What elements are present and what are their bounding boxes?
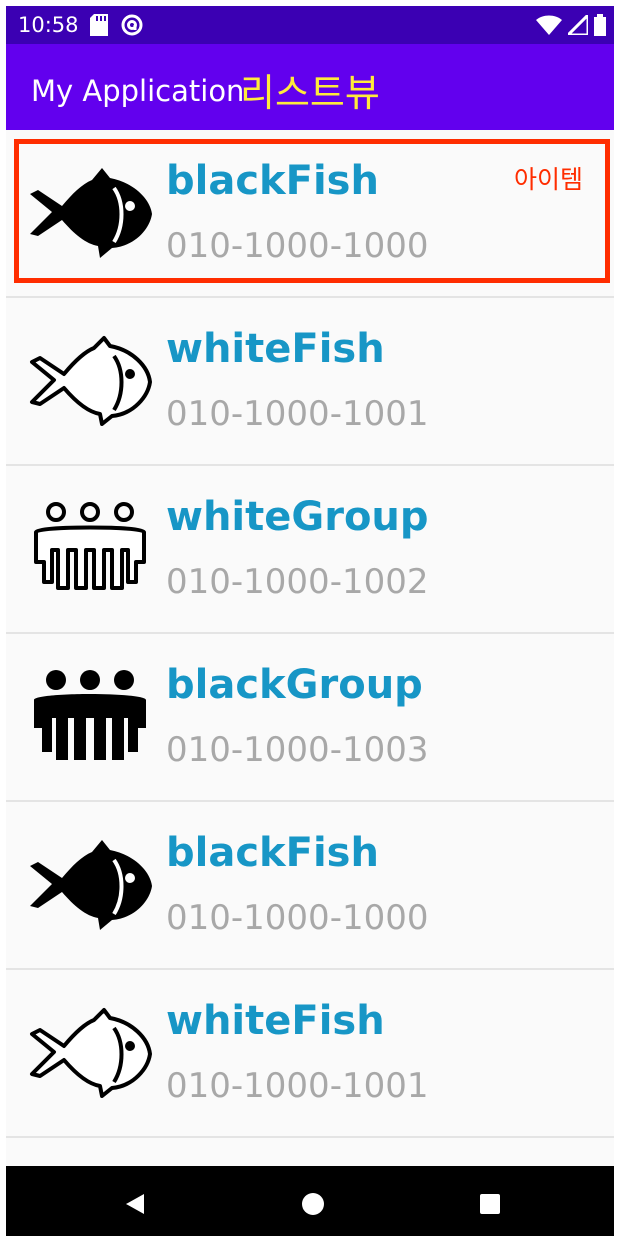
circle-a-icon <box>120 13 144 42</box>
item-name: blackGroup <box>166 662 423 708</box>
item-phone: 010-1000-1001 <box>166 394 429 434</box>
list-item[interactable]: blackFish 010-1000-1000 아이템 <box>6 130 614 298</box>
app-bar: My Application 리스트뷰 <box>6 44 614 130</box>
app-title-korean: 리스트뷰 <box>240 71 380 115</box>
item-annotation-label: 아이템 <box>513 165 583 194</box>
black-fish-icon <box>28 838 152 934</box>
phone-screen: 10:58 My Application 리스트뷰 blackFish 010- <box>6 6 614 1236</box>
item-name: blackFish <box>166 830 379 876</box>
item-phone: 010-1000-1001 <box>166 1066 429 1106</box>
signal-icon <box>564 11 590 40</box>
status-time: 10:58 <box>18 13 79 37</box>
black-group-icon <box>28 670 152 766</box>
list-item[interactable]: whiteFish 010-1000-1001 <box>6 298 614 466</box>
wifi-icon <box>536 15 562 40</box>
app-title: My Application <box>31 74 245 108</box>
item-name: whiteFish <box>166 326 385 372</box>
recents-icon[interactable] <box>472 1186 508 1222</box>
list-item[interactable]: whiteGroup 010-1000-1002 <box>6 466 614 634</box>
list-item[interactable]: whiteFish 010-1000-1001 <box>6 970 614 1138</box>
navigation-bar <box>6 1166 614 1236</box>
status-icons <box>536 11 606 41</box>
home-icon[interactable] <box>295 1186 331 1222</box>
item-phone: 010-1000-1000 <box>166 226 429 266</box>
white-fish-icon <box>28 334 152 430</box>
item-name: blackFish <box>166 158 379 204</box>
item-name: whiteFish <box>166 998 385 1044</box>
white-group-icon <box>28 502 152 598</box>
white-fish-icon <box>28 1006 152 1102</box>
list-item[interactable]: blackFish 010-1000-1000 <box>6 802 614 970</box>
black-fish-icon <box>28 166 152 262</box>
list-view[interactable]: blackFish 010-1000-1000 아이템 whiteFish 01… <box>6 130 614 1138</box>
back-icon[interactable] <box>118 1186 154 1222</box>
battery-icon <box>594 14 606 41</box>
status-bar: 10:58 <box>6 6 614 44</box>
sd-card-icon <box>90 14 110 41</box>
list-item[interactable]: blackGroup 010-1000-1003 <box>6 634 614 802</box>
item-phone: 010-1000-1003 <box>166 730 429 770</box>
item-phone: 010-1000-1000 <box>166 898 429 938</box>
item-name: whiteGroup <box>166 494 429 540</box>
item-phone: 010-1000-1002 <box>166 562 429 602</box>
